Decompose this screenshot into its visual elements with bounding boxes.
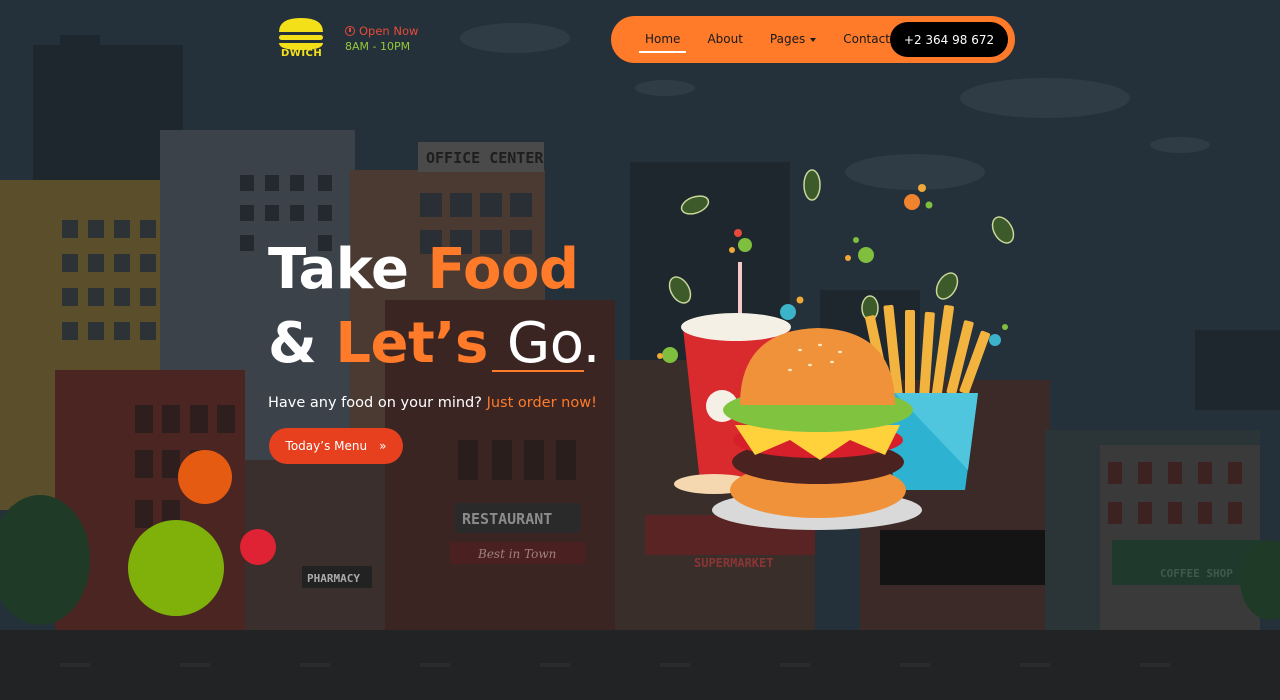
deco-circle-orange (178, 450, 232, 504)
nav-contact[interactable]: Contact (843, 16, 890, 63)
todays-menu-button[interactable]: Today’s Menu » (269, 428, 403, 464)
hero-word-lets: Let’s (335, 311, 488, 376)
deco-circle-red (240, 529, 276, 565)
go-underline (492, 370, 584, 372)
main-nav: Home About Pages Contact +2 364 98 672 (611, 16, 1015, 63)
nav-home[interactable]: Home (638, 16, 687, 63)
hero-title-line1: Take Food (268, 242, 579, 298)
burger-meal-illustration (657, 169, 1015, 530)
sign-pharmacy: PHARMACY (307, 572, 360, 585)
hero-subtitle: Have any food on your mind? Just order n… (268, 395, 597, 411)
nav-about[interactable]: About (707, 16, 742, 63)
nav-pages[interactable]: Pages (769, 16, 817, 63)
sign-supermarket: SUPERMARKET (694, 556, 773, 570)
phone-button[interactable]: +2 364 98 672 (890, 22, 1008, 57)
clock-icon (345, 26, 355, 36)
sign-office: OFFICE CENTER (426, 149, 544, 167)
subtitle-cta-text: Just order now! (486, 395, 597, 411)
hero-title-line2: & Let’s Go. (268, 316, 600, 372)
opening-hours: 8AM - 10PM (345, 40, 411, 53)
caret-down-icon (810, 37, 817, 42)
sign-best-in-town: Best in Town (477, 547, 556, 561)
sign-coffee: COFFEE SHOP (1160, 567, 1233, 580)
sign-restaurant: RESTAURANT (462, 510, 552, 528)
city-illustration: OFFICE CENTER PHARMACY RESTAURANT Best i… (0, 0, 1280, 700)
city-background: OFFICE CENTER PHARMACY RESTAURANT Best i… (0, 0, 1280, 700)
deco-circle-green (128, 520, 224, 616)
subtitle-question: Have any food on your mind? (268, 395, 482, 411)
hero-word-go: Go. (506, 311, 600, 376)
hero-word-take: Take (268, 237, 409, 302)
open-label: Open Now (359, 24, 419, 38)
hero-word-food: Food (427, 237, 580, 302)
todays-menu-label: Today’s Menu (285, 439, 368, 453)
open-status: Open Now (345, 24, 418, 38)
brand-name: DWICH (281, 48, 323, 59)
nav-pages-label: Pages (769, 32, 806, 46)
burger-logo-icon (279, 18, 323, 50)
hero-word-and: & (268, 311, 317, 376)
double-chevron-right-icon: » (379, 439, 387, 453)
